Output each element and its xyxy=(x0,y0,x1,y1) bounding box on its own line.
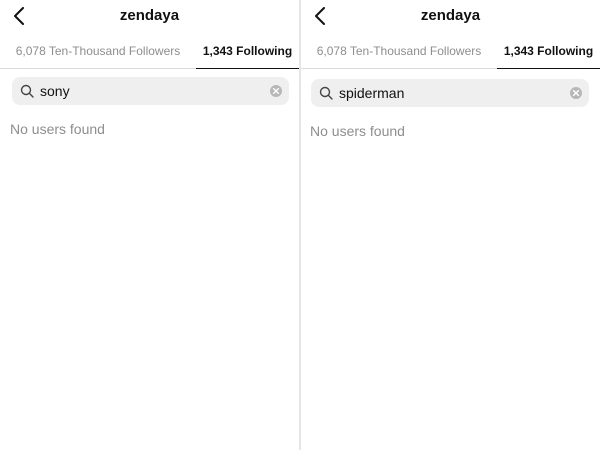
search-icon xyxy=(319,86,333,100)
tab-followers[interactable]: 6,078 Ten-Thousand Followers xyxy=(301,34,497,68)
clear-icon[interactable] xyxy=(569,86,583,100)
tab-followers[interactable]: 6,078 Ten-Thousand Followers xyxy=(0,34,196,68)
search-icon xyxy=(20,84,34,98)
search-input[interactable] xyxy=(40,83,269,99)
tab-following[interactable]: 1,343 Following xyxy=(497,34,600,69)
screenshot-compare: zendaya 6,078 Ten-Thousand Followers 1,3… xyxy=(0,0,600,450)
top-bar: zendaya xyxy=(0,0,299,34)
search-bar[interactable] xyxy=(12,77,289,105)
page-title: zendaya xyxy=(119,7,180,24)
follow-tabs: 6,078 Ten-Thousand Followers 1,343 Follo… xyxy=(0,34,299,69)
right-screen: zendaya 6,078 Ten-Thousand Followers 1,3… xyxy=(301,0,600,450)
follow-tabs: 6,078 Ten-Thousand Followers 1,343 Follo… xyxy=(301,34,600,69)
search-bar[interactable] xyxy=(311,79,589,107)
page-title: zendaya xyxy=(420,7,481,24)
top-bar: zendaya xyxy=(301,0,600,34)
search-input[interactable] xyxy=(339,85,569,101)
left-screen: zendaya 6,078 Ten-Thousand Followers 1,3… xyxy=(0,0,299,450)
tab-following[interactable]: 1,343 Following xyxy=(196,34,299,69)
empty-state-message: No users found xyxy=(10,121,105,137)
clear-icon[interactable] xyxy=(269,84,283,98)
empty-state-message: No users found xyxy=(310,123,405,139)
